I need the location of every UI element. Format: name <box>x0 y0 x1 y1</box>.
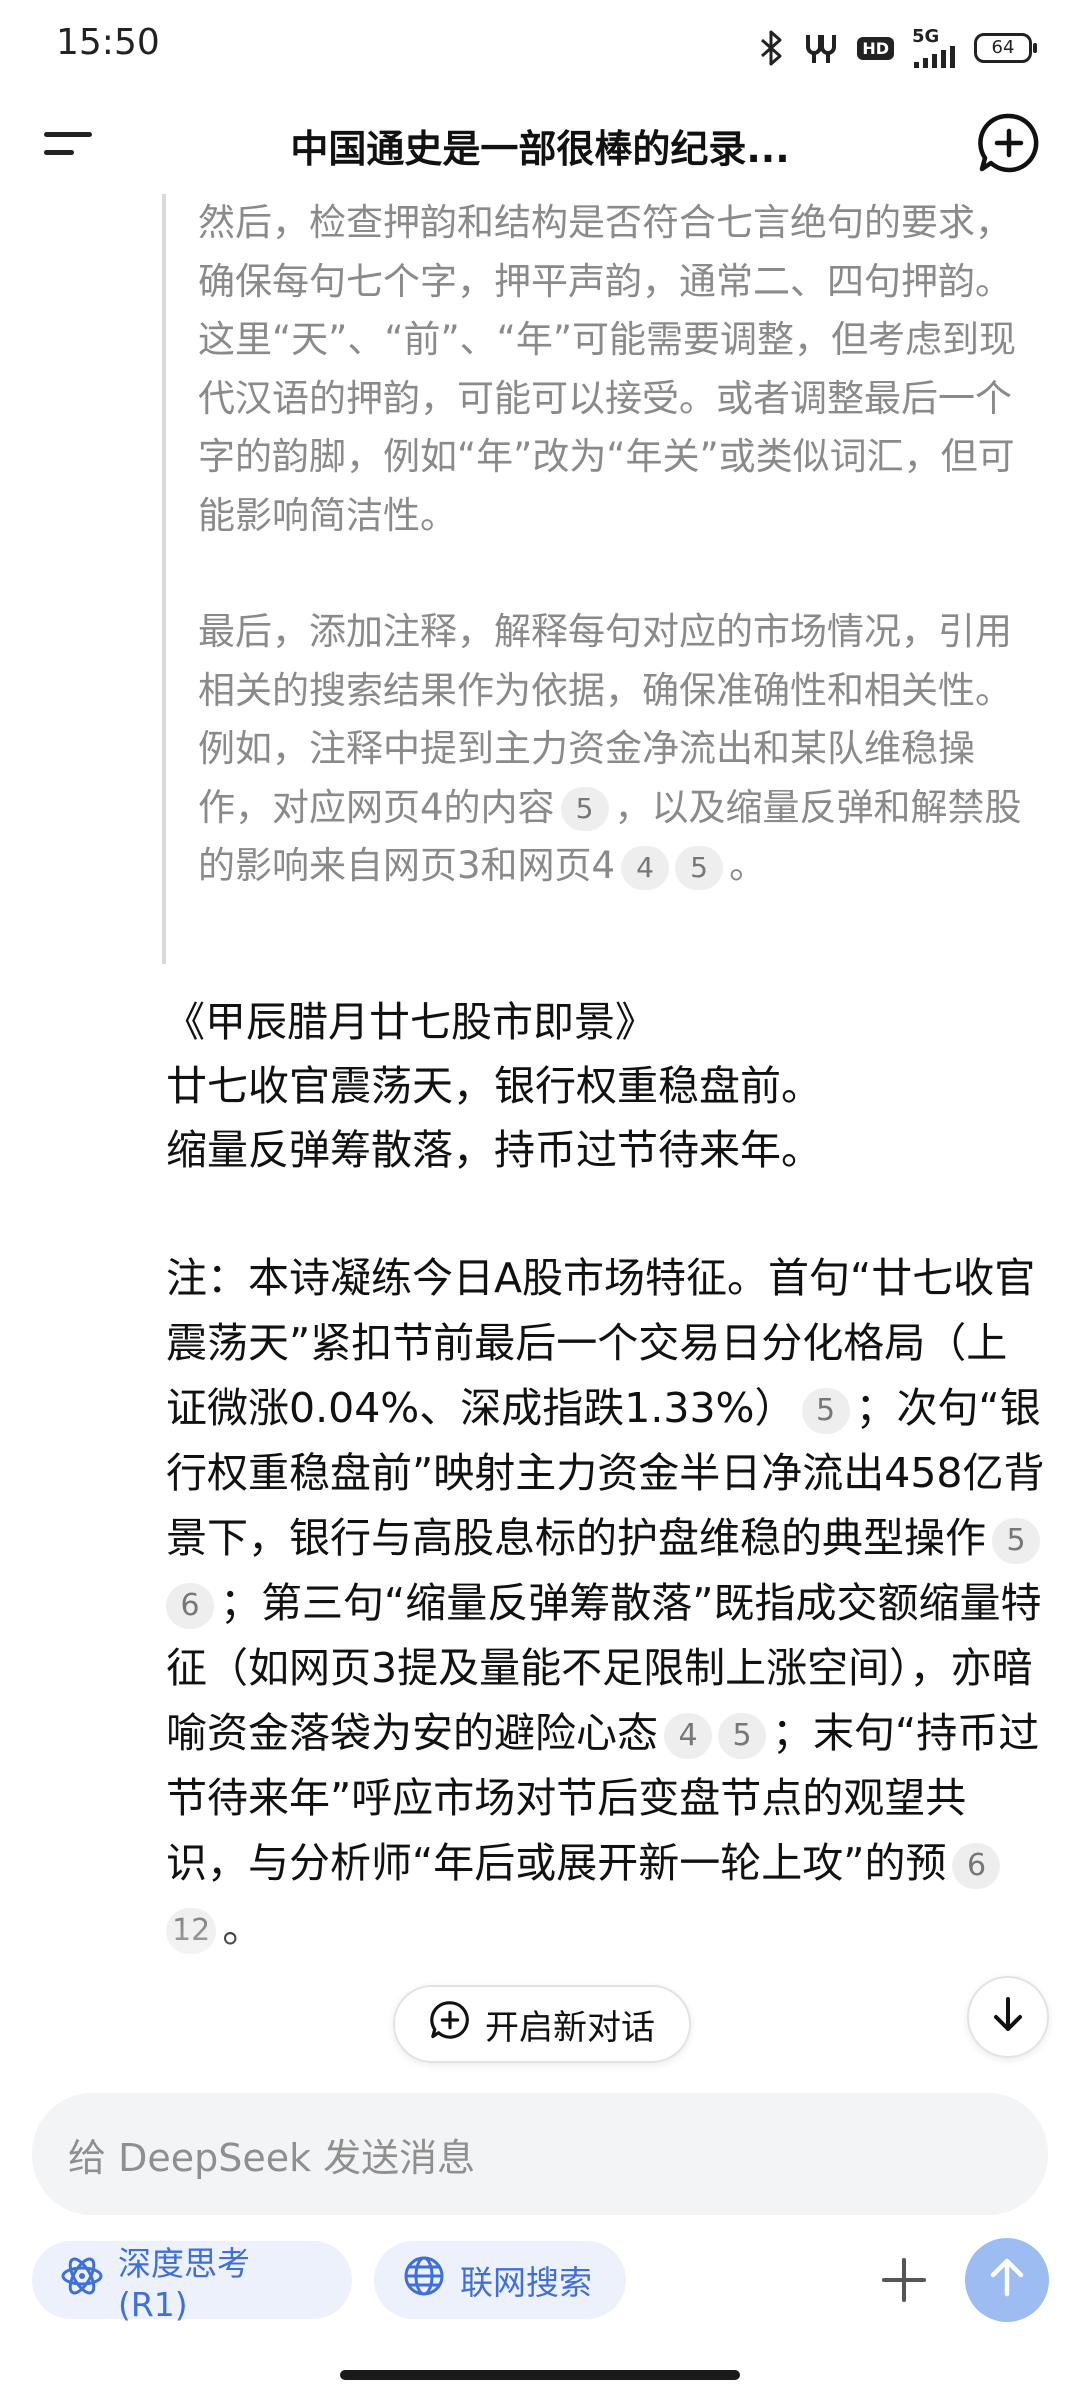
citation-badge[interactable]: 5 <box>675 845 724 890</box>
deep-think-label: 深度思考 (R1) <box>118 2243 250 2324</box>
status-bar: 15:50 HD 5G 64 <box>0 0 1080 96</box>
web-search-toggle[interactable]: 联网搜索 <box>374 2241 626 2319</box>
poem-note: 注：本诗凝练今日A股市场特征。首句“廿七收官震荡天”紧扣节前最后一个交易日分化格… <box>166 1246 1046 1961</box>
arrow-up-icon <box>985 2256 1029 2304</box>
atom-icon <box>60 2254 104 2306</box>
plus-icon[interactable] <box>868 2244 940 2316</box>
top-bar: 中国通史是一部很棒的纪录... <box>0 96 1080 192</box>
page-title: 中国通史是一部很棒的纪录... <box>290 127 790 171</box>
citation-badge[interactable]: 5 <box>801 1388 850 1434</box>
citation-badge[interactable]: 4 <box>621 845 670 890</box>
new-chat-button[interactable]: 开启新对话 <box>393 1985 691 2063</box>
message-input[interactable]: 给 DeepSeek 发送消息 <box>32 2093 1048 2215</box>
citation-badge[interactable]: 6 <box>166 1583 214 1629</box>
poem-line: 缩量反弹筹散落，持币过节待来年。 <box>166 1126 822 1174</box>
status-icons: HD 5G 64 <box>759 26 1037 70</box>
menu-icon[interactable] <box>40 118 96 170</box>
home-indicator <box>340 2370 740 2380</box>
scroll-to-bottom-button[interactable] <box>967 1976 1049 2058</box>
globe-icon <box>402 2254 446 2306</box>
send-button[interactable] <box>965 2238 1049 2322</box>
cellular-signal-icon: 5G <box>912 28 956 68</box>
poem-line: 廿七收官震荡天，银行权重稳盘前。 <box>166 1062 822 1110</box>
signal-sound-icon <box>803 31 839 65</box>
message-input-placeholder: 给 DeepSeek 发送消息 <box>68 2135 476 2180</box>
battery-icon: 64 <box>974 33 1037 63</box>
add-chat-icon <box>429 1999 471 2050</box>
poem-title: 《甲辰腊月廿七股市即景》 <box>164 998 656 1046</box>
bluetooth-icon <box>759 30 785 66</box>
citation-badge[interactable]: 5 <box>718 1713 766 1759</box>
arrow-down-icon <box>988 1995 1028 2039</box>
thinking-paragraph: 最后，添加注释，解释每句对应的市场情况，引用相关的搜索结果作为依据，确保准确性和… <box>166 603 1026 896</box>
citation-badge[interactable]: 6 <box>952 1843 1001 1889</box>
add-chat-icon[interactable] <box>976 110 1042 176</box>
deep-think-toggle[interactable]: 深度思考 (R1) <box>32 2241 352 2324</box>
citation-badge[interactable]: 5 <box>560 787 609 831</box>
status-time: 15:50 <box>56 22 160 63</box>
thinking-block: 然后，检查押韵和结构是否符合七言绝句的要求，确保每句七个字，押平声韵，通常二、四… <box>162 194 1026 964</box>
thinking-text: 。 <box>729 844 767 887</box>
citation-badge[interactable]: 5 <box>992 1518 1040 1564</box>
web-search-label: 联网搜索 <box>460 2263 592 2302</box>
answer-block: 《甲辰腊月廿七股市即景》 廿七收官震荡天，银行权重稳盘前。 缩量反弹筹散落，持币… <box>164 990 1046 1961</box>
hd-icon: HD <box>857 36 894 60</box>
citation-badge[interactable]: 4 <box>664 1713 712 1759</box>
thinking-paragraph: 然后，检查押韵和结构是否符合七言绝句的要求，确保每句七个字，押平声韵，通常二、四… <box>198 201 1017 537</box>
new-chat-label: 开启新对话 <box>485 2007 655 2048</box>
network-type-label: 5G <box>912 26 940 47</box>
